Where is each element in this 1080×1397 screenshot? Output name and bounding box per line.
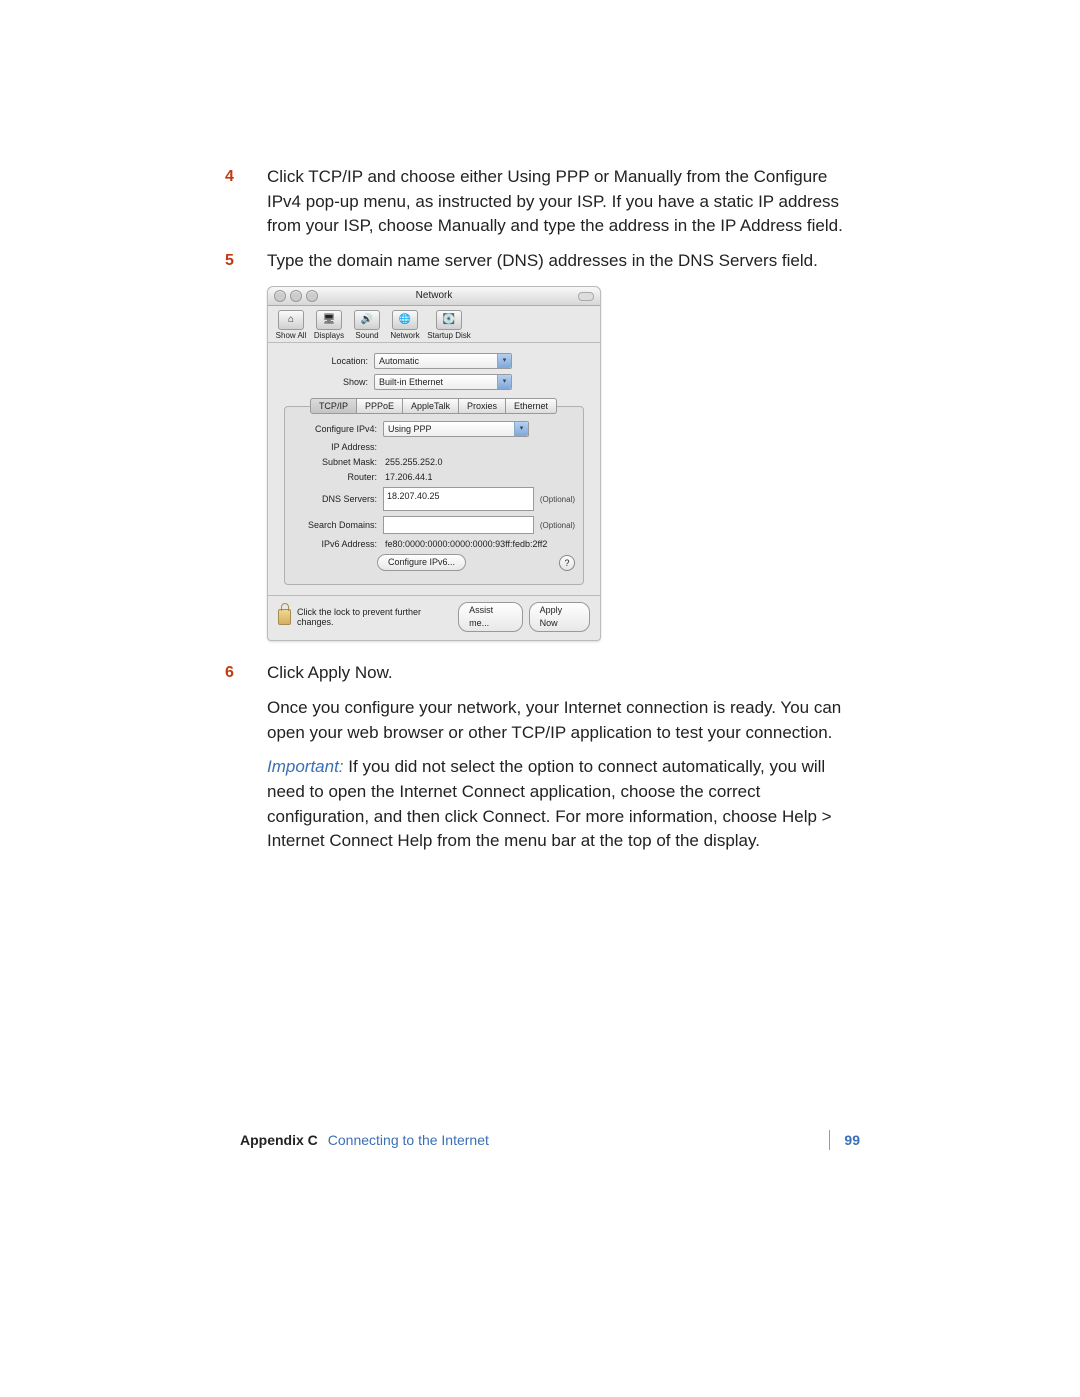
- sound-icon: 🔊: [354, 310, 380, 330]
- chevron-updown-icon: ▾: [497, 354, 511, 368]
- footer-title: Connecting to the Internet: [328, 1132, 489, 1148]
- lock-icon[interactable]: [278, 609, 291, 625]
- displays-icon: 🖥: [316, 310, 342, 330]
- search-domains-field[interactable]: [383, 516, 534, 534]
- important-label: Important:: [267, 757, 344, 776]
- step-number: 5: [225, 249, 234, 272]
- step-text: Type the domain name server (DNS) addres…: [245, 249, 865, 274]
- startup-disk-icon: 💽: [436, 310, 462, 330]
- show-all-icon: ⌂: [278, 310, 304, 330]
- important-note: Important: If you did not select the opt…: [267, 755, 865, 854]
- toolbar-sound[interactable]: 🔊 Sound: [350, 310, 384, 341]
- dns-servers-field[interactable]: 18.207.40.25: [383, 487, 534, 511]
- assist-me-button[interactable]: Assist me...: [458, 602, 523, 632]
- important-text: If you did not select the option to conn…: [267, 757, 832, 850]
- network-pref-window: Network ⌂ Show All 🖥 Displays 🔊 Sound 🌐 …: [267, 286, 601, 642]
- toolbar-network[interactable]: 🌐 Network: [388, 310, 422, 341]
- search-domains-label: Search Domains:: [293, 520, 383, 530]
- zoom-icon[interactable]: [306, 290, 318, 302]
- ip-address-label: IP Address:: [293, 442, 383, 452]
- tab-proxies[interactable]: Proxies: [458, 398, 506, 414]
- toolbar-displays[interactable]: 🖥 Displays: [312, 310, 346, 341]
- step-text: Click TCP/IP and choose either Using PPP…: [245, 165, 865, 239]
- step-number: 6: [225, 661, 234, 684]
- toolbar-toggle-icon[interactable]: [578, 292, 594, 301]
- page-number: 99: [829, 1130, 860, 1150]
- ipv6-address-value: fe80:0000:0000:0000:0000:93ff:fedb:2ff2: [383, 539, 547, 549]
- location-label: Location:: [284, 356, 374, 366]
- router-label: Router:: [293, 472, 383, 482]
- close-icon[interactable]: [274, 290, 286, 302]
- chevron-updown-icon: ▾: [497, 375, 511, 389]
- optional-label: (Optional): [540, 521, 575, 530]
- step-5: 5 Type the domain name server (DNS) addr…: [245, 249, 865, 274]
- help-button[interactable]: ?: [559, 555, 575, 571]
- tab-pppoe[interactable]: PPPoE: [356, 398, 403, 414]
- minimize-icon[interactable]: [290, 290, 302, 302]
- configure-ipv4-popup[interactable]: Using PPP ▾: [383, 421, 529, 437]
- tabs: TCP/IP PPPoE AppleTalk Proxies Ethernet: [284, 398, 584, 414]
- network-icon: 🌐: [392, 310, 418, 330]
- apply-now-button[interactable]: Apply Now: [529, 602, 590, 632]
- window-title: Network: [416, 290, 453, 301]
- toolbar-startup-disk[interactable]: 💽 Startup Disk: [426, 310, 472, 341]
- show-label: Show:: [284, 377, 374, 387]
- tab-ethernet[interactable]: Ethernet: [505, 398, 557, 414]
- step-body: Once you configure your network, your In…: [267, 696, 865, 745]
- configure-ipv4-label: Configure IPv4:: [293, 424, 383, 434]
- titlebar[interactable]: Network: [268, 287, 600, 306]
- show-popup[interactable]: Built-in Ethernet ▾: [374, 374, 512, 390]
- optional-label: (Optional): [540, 495, 575, 504]
- subnet-mask-value: 255.255.252.0: [383, 457, 443, 467]
- configure-ipv6-button[interactable]: Configure IPv6...: [377, 554, 466, 571]
- main-pane: Location: Automatic ▾ Show: Built-in Eth…: [268, 343, 600, 595]
- page-content: 4 Click TCP/IP and choose either Using P…: [245, 165, 865, 864]
- tab-appletalk[interactable]: AppleTalk: [402, 398, 459, 414]
- subnet-mask-label: Subnet Mask:: [293, 457, 383, 467]
- page-footer: Appendix C Connecting to the Internet 99: [240, 1130, 860, 1150]
- ipv6-address-label: IPv6 Address:: [293, 539, 383, 549]
- toolbar-show-all[interactable]: ⌂ Show All: [274, 310, 308, 341]
- step-4: 4 Click TCP/IP and choose either Using P…: [245, 165, 865, 239]
- tcpip-panel: Configure IPv4: Using PPP ▾ IP Address: …: [284, 406, 584, 585]
- dns-servers-label: DNS Servers:: [293, 494, 383, 504]
- location-popup[interactable]: Automatic ▾: [374, 353, 512, 369]
- window-controls[interactable]: [274, 290, 318, 302]
- bottom-bar: Click the lock to prevent further change…: [268, 595, 600, 640]
- chevron-updown-icon: ▾: [514, 422, 528, 436]
- prefs-toolbar: ⌂ Show All 🖥 Displays 🔊 Sound 🌐 Network …: [268, 306, 600, 344]
- step-6: 6 Click Apply Now. Once you configure yo…: [245, 661, 865, 853]
- tab-tcpip[interactable]: TCP/IP: [310, 398, 357, 414]
- step-text: Click Apply Now.: [267, 661, 865, 686]
- router-value: 17.206.44.1: [383, 472, 433, 482]
- step-number: 4: [225, 165, 234, 188]
- appendix-label: Appendix C: [240, 1132, 318, 1148]
- lock-text: Click the lock to prevent further change…: [297, 607, 446, 627]
